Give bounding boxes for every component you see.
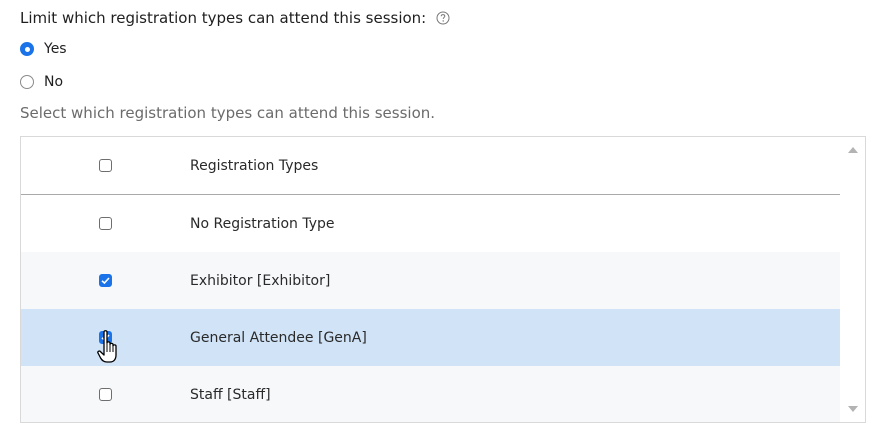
row-label: Staff [Staff] [190, 386, 271, 403]
question-label: Limit which registration types can atten… [20, 9, 427, 27]
question-label-row: Limit which registration types can atten… [20, 9, 450, 27]
radio-option-no[interactable]: No [20, 74, 63, 90]
radio-yes-selected[interactable] [20, 42, 34, 56]
row-checkbox[interactable] [99, 387, 112, 401]
scroll-up-arrow-icon[interactable] [848, 147, 858, 153]
radio-option-yes[interactable]: Yes [20, 41, 67, 57]
scroll-down-arrow-icon[interactable] [848, 406, 858, 412]
table-row[interactable]: Staff [Staff] [21, 366, 841, 422]
radio-yes-label: Yes [44, 41, 67, 57]
table-row[interactable]: Exhibitor [Exhibitor] [21, 252, 841, 309]
table-row[interactable]: No Registration Type [21, 195, 841, 252]
row-checkbox-checked[interactable] [99, 330, 112, 344]
column-header-registration-types: Registration Types [190, 157, 319, 174]
row-checkbox[interactable] [99, 216, 112, 230]
row-label: No Registration Type [190, 215, 335, 232]
checkmark-icon [101, 276, 110, 284]
select-all-checkbox[interactable] [99, 158, 112, 172]
checkmark-icon [101, 333, 110, 341]
registration-types-grid: Registration Types No Registration Type … [20, 136, 866, 423]
instruction-text: Select which registration types can atte… [20, 104, 436, 122]
row-label: General Attendee [GenA] [190, 329, 367, 346]
radio-no[interactable] [20, 75, 34, 89]
row-checkbox-checked[interactable] [99, 273, 112, 287]
row-label: Exhibitor [Exhibitor] [190, 272, 331, 289]
grid-header: Registration Types [21, 137, 841, 195]
table-row-highlighted[interactable]: General Attendee [GenA] [21, 309, 841, 366]
vertical-scrollbar[interactable] [840, 137, 865, 422]
help-circle-icon[interactable] [436, 11, 450, 25]
radio-no-label: No [44, 74, 64, 90]
